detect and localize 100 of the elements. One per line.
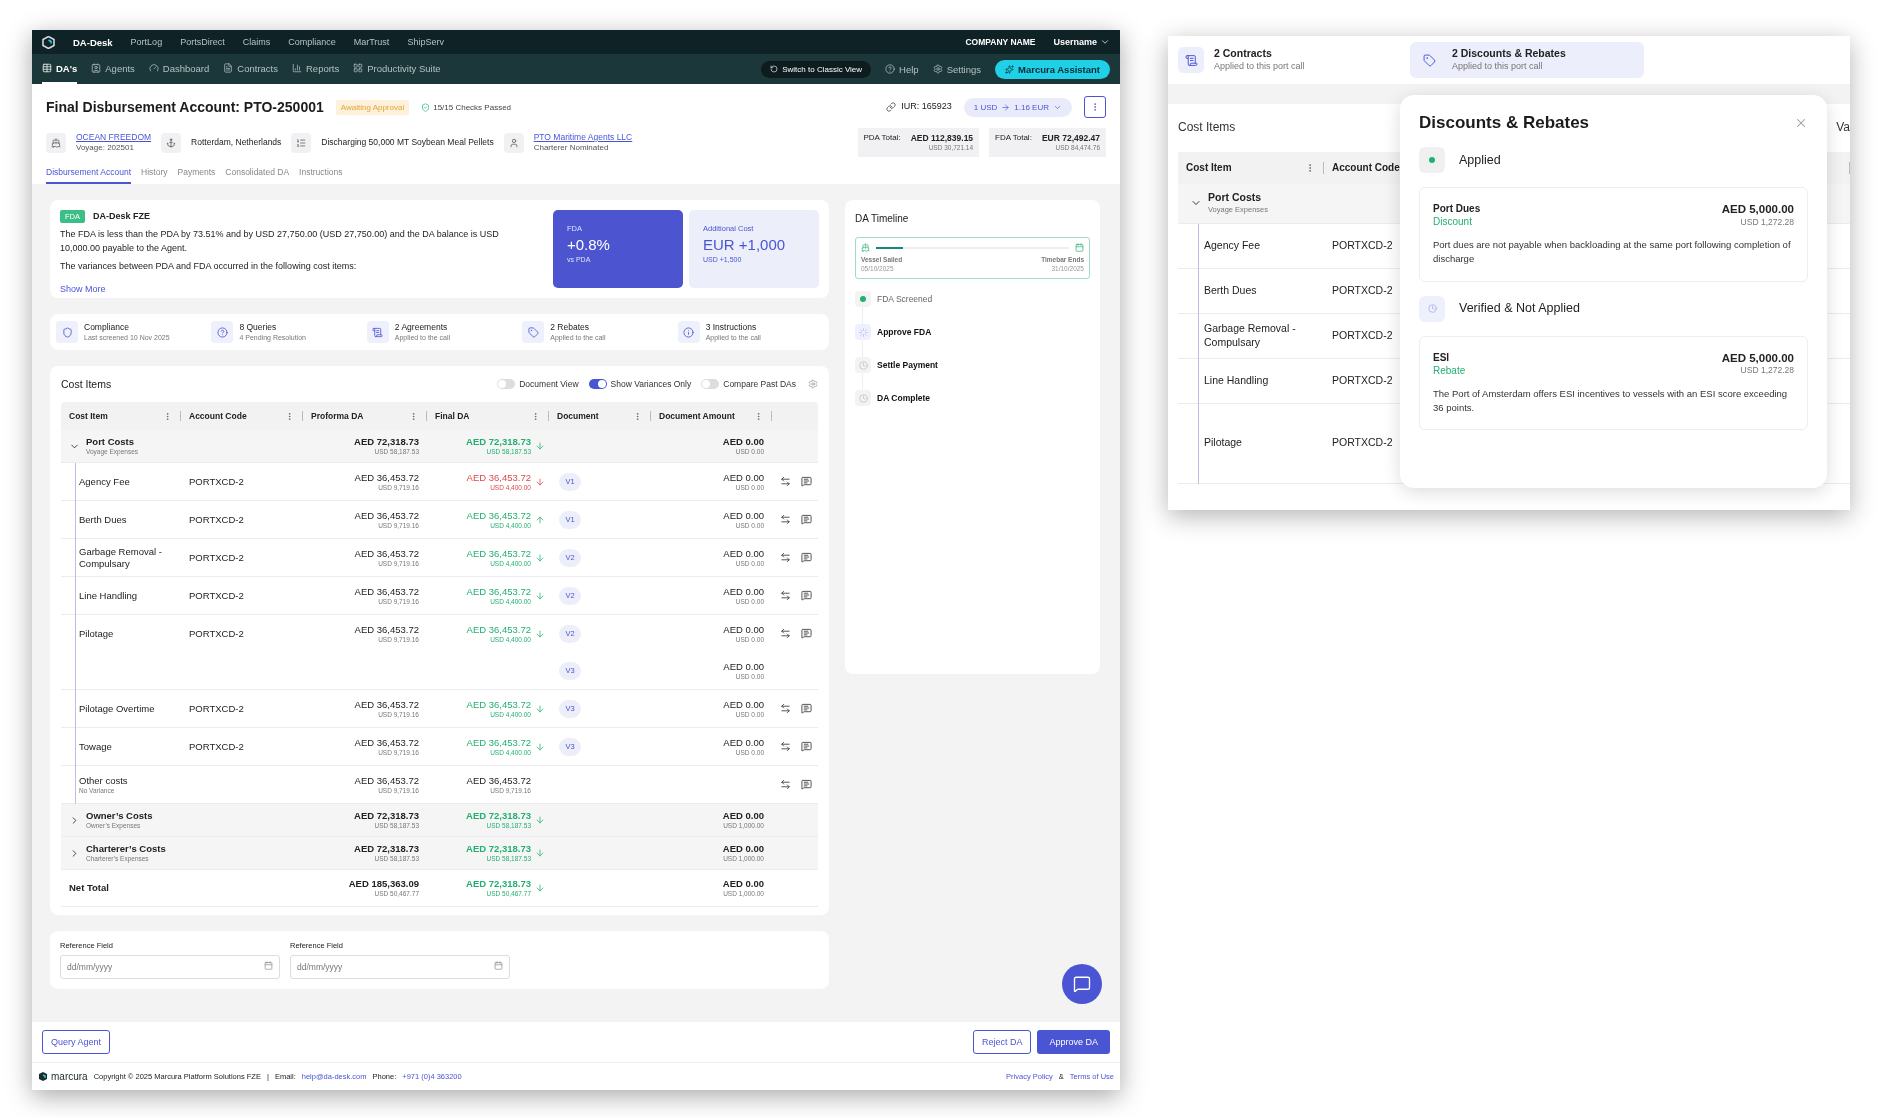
split-arrows-icon[interactable]: [780, 552, 791, 564]
split-arrows-icon[interactable]: [780, 514, 791, 526]
comment-icon[interactable]: [801, 552, 812, 564]
agent-link[interactable]: PTO Maritime Agents LLC: [533, 132, 633, 143]
split-arrows-icon[interactable]: [780, 628, 791, 640]
cost-item-name: Pilotage: [79, 627, 114, 641]
document-icon: [223, 63, 234, 73]
nav-link[interactable]: PortsDirect: [180, 37, 225, 47]
bar-chart-icon: [292, 63, 302, 73]
item-name: ESI: [1433, 350, 1450, 364]
page-tab[interactable]: History: [141, 167, 168, 185]
settings-button[interactable]: Settings: [932, 63, 981, 75]
stat-title: Compliance: [84, 322, 129, 334]
toggle-switch[interactable]: [497, 379, 516, 390]
nav-tab[interactable]: Contracts: [223, 54, 278, 84]
company-name: COMPANY NAME: [965, 37, 1036, 47]
page-tab[interactable]: Consolidated DA: [225, 167, 290, 185]
calendar-icon: [264, 961, 273, 971]
item-amount: AED 5,000.00: [1721, 350, 1794, 366]
page-tab[interactable]: Disbursement Account: [46, 167, 132, 185]
amount: AED 36,453.72: [354, 471, 419, 484]
nav-link[interactable]: Compliance: [288, 37, 336, 47]
split-arrows-icon[interactable]: [780, 779, 791, 791]
amount: AED 36,453.72: [466, 471, 531, 484]
classic-view-button[interactable]: Switch to Classic View: [761, 60, 872, 78]
more-button[interactable]: [1084, 96, 1106, 118]
query-agent-button[interactable]: Query Agent: [42, 1030, 111, 1054]
page-title: Final Disbursement Account: PTO-250001: [46, 99, 324, 115]
nav-link[interactable]: Claims: [242, 37, 271, 47]
user-menu[interactable]: Username: [1053, 37, 1110, 47]
page-tab[interactable]: Payments: [177, 167, 216, 185]
split-arrows-icon[interactable]: [780, 590, 791, 602]
amount: AED 185,363.09: [348, 878, 419, 891]
amount: AED 0.00: [723, 471, 764, 484]
stat-title: 3 Instructions: [705, 322, 757, 334]
assistant-button[interactable]: Marcura Assistant: [995, 59, 1110, 79]
item-type: Rebate: [1433, 363, 1466, 377]
nav-tab[interactable]: Productivity Suite: [353, 54, 441, 84]
port-name: Rotterdam, Netherlands: [191, 137, 282, 149]
column-menu-icon[interactable]: [409, 412, 418, 421]
comment-icon[interactable]: [801, 514, 812, 526]
amount: AED 36,453.72: [466, 547, 531, 560]
nav-tab[interactable]: Dashboard: [148, 54, 210, 84]
split-arrows-icon[interactable]: [780, 476, 791, 488]
amount: AED 36,453.72: [354, 509, 419, 522]
help-button[interactable]: Help: [885, 63, 919, 75]
arrow-right-icon: [1001, 102, 1011, 112]
nav-tab[interactable]: Agents: [91, 54, 135, 84]
exchange-rate-button[interactable]: 1 USD 1.16 EUR: [963, 97, 1072, 117]
total-label: FDA Total:: [995, 133, 1032, 144]
account-code: PORTXCD-2: [1332, 373, 1393, 388]
column-header: Cost Item: [1186, 161, 1233, 175]
date-field[interactable]: dd/mm/yyyy: [290, 955, 510, 980]
column-menu-icon[interactable]: [754, 412, 763, 421]
date-field[interactable]: dd/mm/yyyy: [60, 955, 280, 980]
column-menu-icon[interactable]: [163, 412, 172, 421]
show-more-link[interactable]: Show More: [60, 283, 106, 294]
comment-icon[interactable]: [801, 779, 812, 791]
split-arrows-icon[interactable]: [780, 703, 791, 715]
amount: AED 36,453.72: [466, 774, 531, 787]
toggle-switch[interactable]: [701, 379, 720, 390]
column-menu-icon[interactable]: [633, 412, 642, 421]
checks-status: 15/15 Checks Passed: [421, 102, 512, 112]
approve-button[interactable]: Approve DA: [1037, 1030, 1110, 1054]
account-code: PORTXCD-2: [1332, 283, 1393, 298]
step-label: FDA Screened: [877, 293, 933, 305]
summary-tile[interactable]: 2 Contracts Applied to this port call: [1172, 42, 1406, 78]
comment-icon[interactable]: [801, 628, 812, 640]
help-icon: [216, 327, 228, 338]
split-arrows-icon[interactable]: [780, 741, 791, 753]
account-code: PORTXCD-2: [1332, 328, 1393, 343]
account-code: PORTXCD-2: [189, 740, 244, 754]
nav-link[interactable]: ShipServ: [407, 37, 444, 47]
toggle-switch[interactable]: [588, 379, 607, 390]
shield-icon: [61, 327, 73, 338]
amount: AED 36,453.72: [354, 547, 419, 560]
amount: AED 0.00: [723, 698, 764, 711]
step-label: Approve FDA: [877, 326, 932, 338]
account-code: PORTXCD-2: [189, 589, 244, 603]
column-menu-icon[interactable]: [531, 412, 540, 421]
calendar-icon: [1075, 243, 1084, 253]
tile-subtitle: Applied to this port call: [1214, 60, 1305, 73]
comment-icon[interactable]: [801, 590, 812, 602]
comment-icon[interactable]: [801, 741, 812, 753]
column-menu-icon[interactable]: [285, 412, 294, 421]
nav-tab[interactable]: Reports: [292, 54, 340, 84]
chat-button[interactable]: [1062, 964, 1102, 1004]
comment-icon[interactable]: [801, 476, 812, 488]
group-name: Owner’s Costs: [86, 810, 153, 823]
reject-button[interactable]: Reject DA: [972, 1030, 1032, 1054]
vessel-link[interactable]: OCEAN FREEDOM: [76, 132, 152, 143]
nav-link[interactable]: PortLog: [130, 37, 163, 47]
amount: AED 72,318.73: [466, 436, 531, 449]
page-tab[interactable]: Instructions: [299, 167, 343, 185]
brand-name[interactable]: DA-Desk: [73, 36, 113, 48]
summary-tile[interactable]: 2 Discounts & Rebates Applied to this port call: [1410, 42, 1644, 78]
info-icon: [683, 327, 695, 338]
section-heading: Verified & Not Applied: [1459, 300, 1580, 317]
comment-icon[interactable]: [801, 703, 812, 715]
nav-link[interactable]: MarTrust: [353, 37, 390, 47]
